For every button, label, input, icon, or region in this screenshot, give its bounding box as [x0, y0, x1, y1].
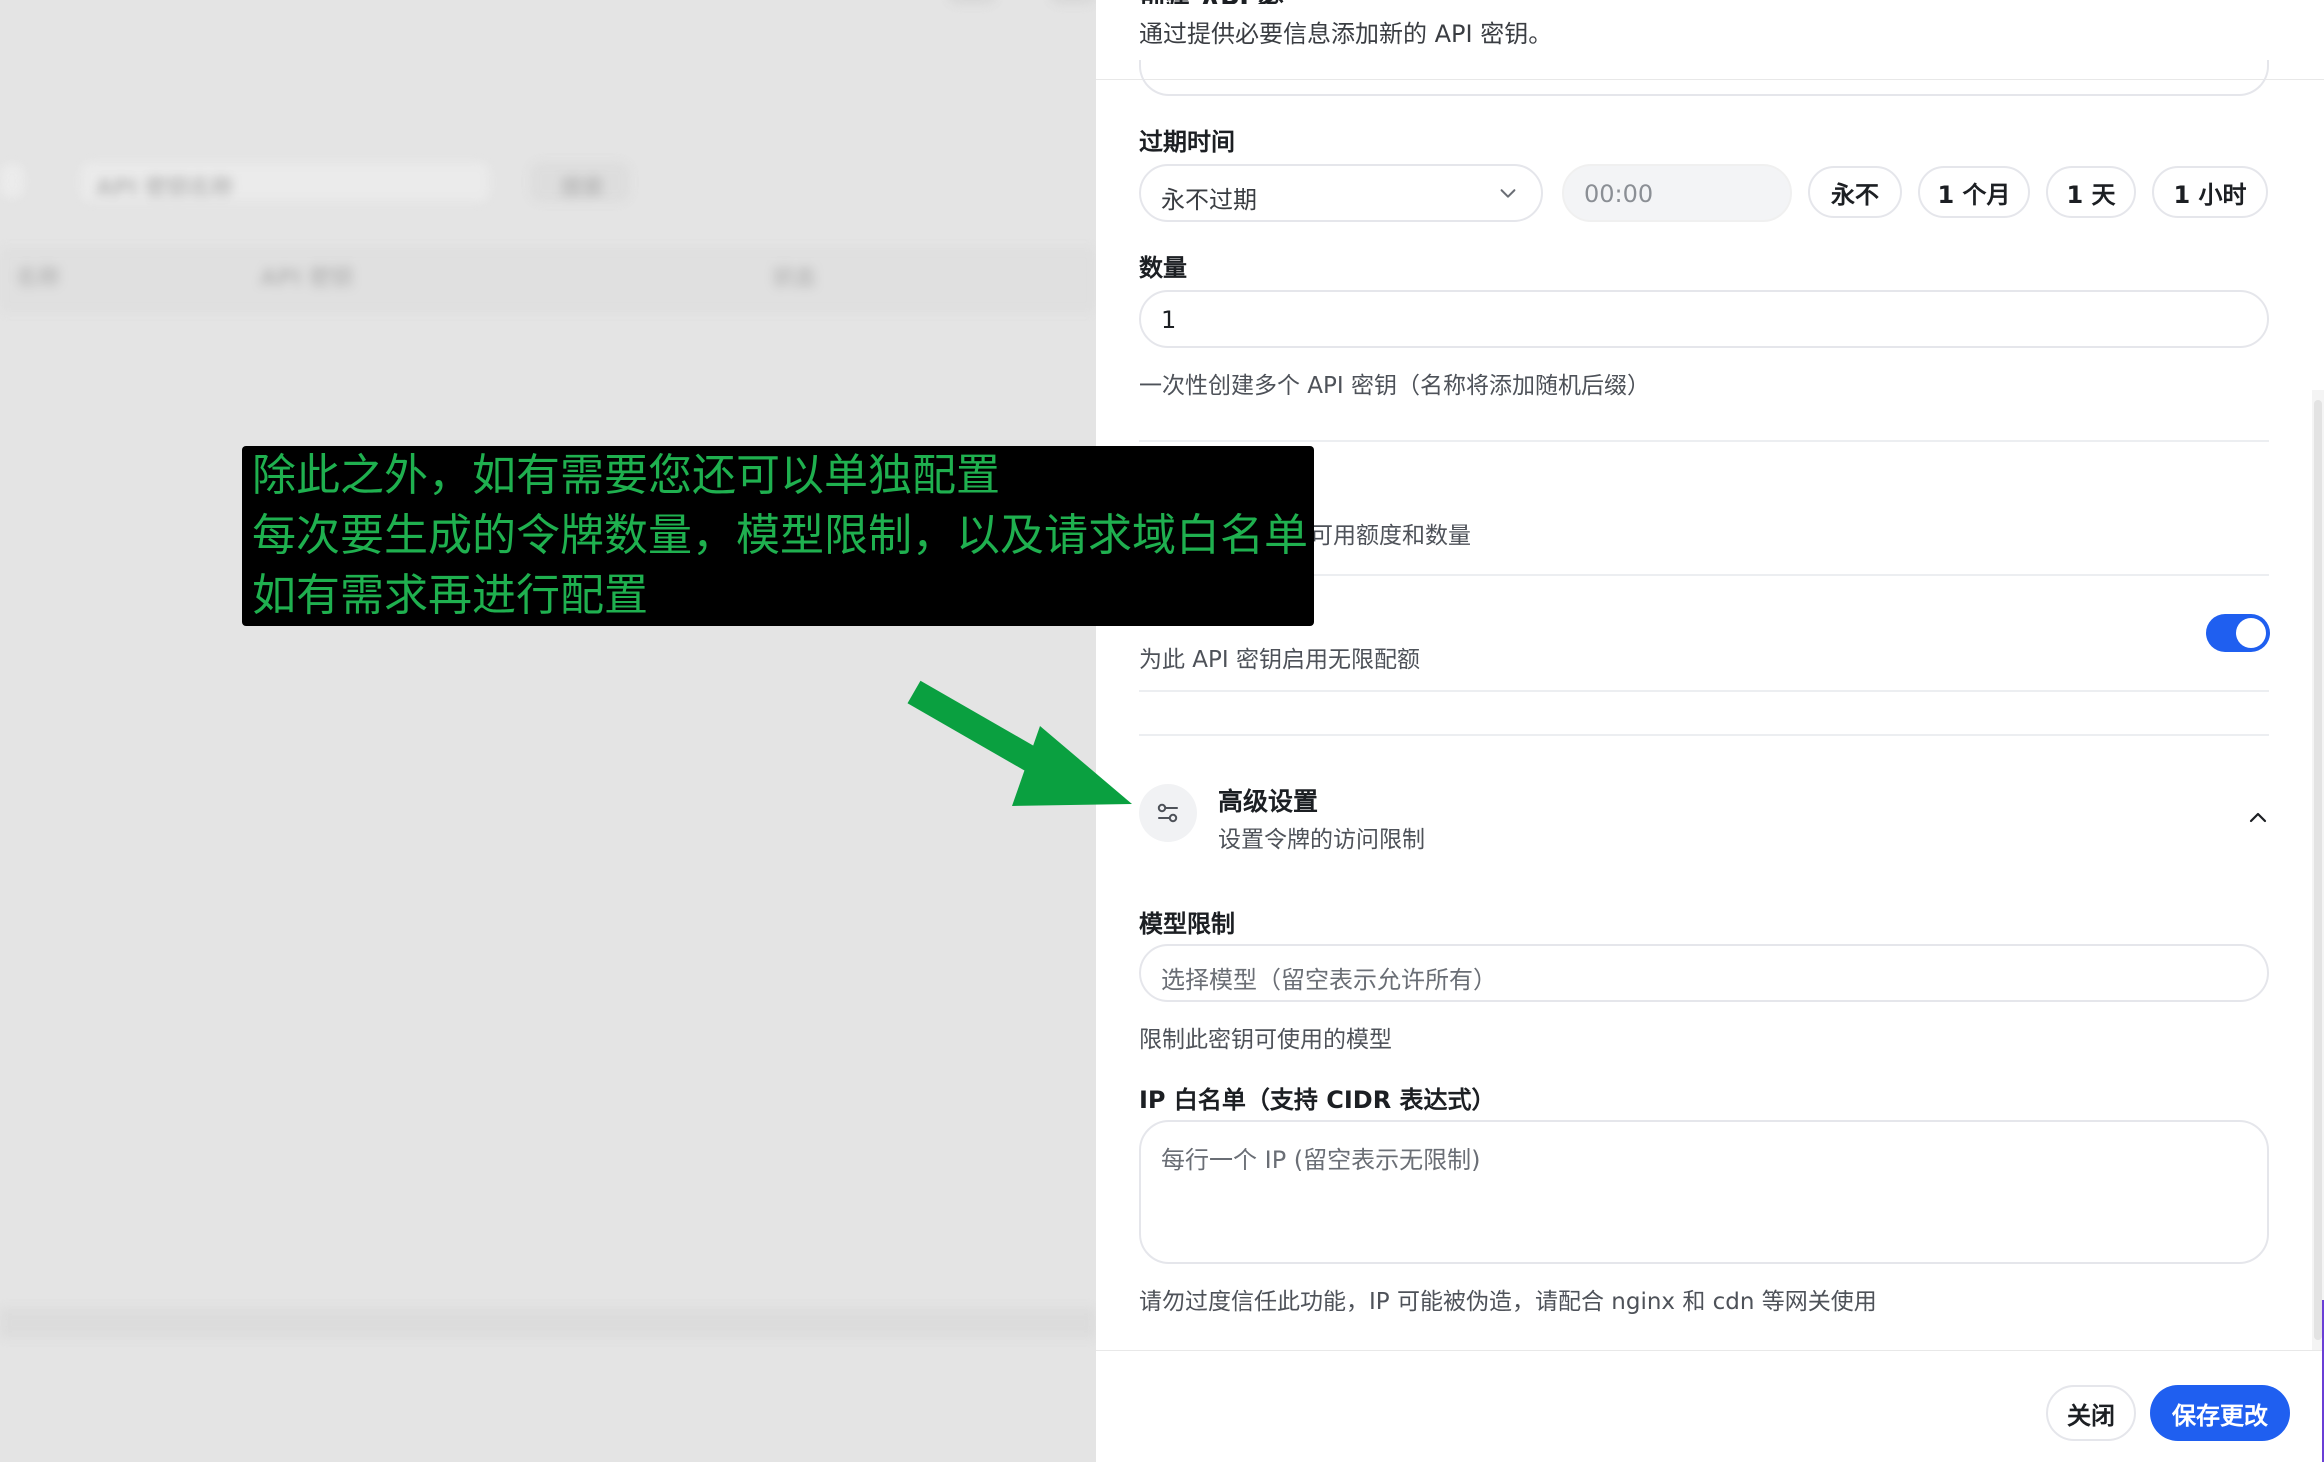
ip-whitelist-textarea[interactable]: 每行一个 IP (留空表示无限制) — [1139, 1120, 2269, 1264]
bg-edge — [0, 164, 24, 198]
advanced-settings-title: 高级设置 — [1218, 787, 1319, 816]
bg-col-name: 名称 — [16, 266, 61, 291]
quantity-help: 一次性创建多个 API 密钥（名称将添加随机后缀） — [1139, 373, 1651, 399]
bg-search-placeholder: API 密钥名称 — [96, 176, 233, 201]
quantity-input[interactable]: 1 — [1139, 290, 2269, 348]
scrolled-field-edge — [1139, 60, 2269, 96]
bg-col-status: 状态 — [772, 266, 817, 291]
ip-whitelist-help: 请勿过度信任此功能，IP 可能被伪造，请配合 nginx 和 cdn 等网关使用 — [1139, 1289, 1877, 1315]
chevron-up-icon[interactable] — [2246, 806, 2270, 830]
quantity-value: 1 — [1161, 306, 1177, 334]
annotation-callout: 除此之外，如有需要您还可以单独配置 每次要生成的令牌数量，模型限制，以及请求域白… — [242, 446, 1314, 626]
annotation-line: 如有需求再进行配置 — [252, 570, 648, 621]
bg-search-button-label: 搜索 — [560, 176, 605, 201]
bg-pagination-strip — [0, 1308, 1096, 1338]
unlimited-help: 为此 API 密钥启用无限配额 — [1139, 647, 1421, 673]
close-button[interactable]: 关闭 — [2046, 1385, 2136, 1441]
sidesheet-title-clipped: 创建 API 密钥 — [1139, 0, 1299, 4]
ip-whitelist-placeholder: 每行一个 IP (留空表示无限制) — [1161, 1146, 1481, 1174]
ip-whitelist-label: IP 白名单（支持 CIDR 表达式） — [1139, 1086, 1496, 1114]
annotation-line: 每次要生成的令牌数量，模型限制，以及请求域白名单 — [252, 510, 1308, 561]
section-divider — [1139, 690, 2269, 692]
bg-table-header — [0, 248, 1096, 312]
bg-col-key: API 密钥 — [260, 266, 353, 291]
bg-button — [1050, 0, 1096, 4]
unlimited-quota-toggle[interactable] — [2206, 614, 2270, 652]
quantity-label: 数量 — [1139, 254, 1187, 282]
sidesheet-footer: 关闭 保存更改 — [1096, 1350, 2324, 1462]
toggle-knob — [2236, 618, 2266, 648]
create-key-sidesheet: 创建 API 密钥 通过提供必要信息添加新的 API 密钥。 过期时间 永不过期… — [1096, 0, 2324, 1462]
sidesheet-subtitle: 通过提供必要信息添加新的 API 密钥。 — [1139, 20, 1553, 48]
quota-help-fragment: 可用额度和数量 — [1310, 523, 1471, 549]
expire-time-placeholder: 00:00 — [1584, 180, 1654, 208]
section-divider — [1139, 440, 2269, 442]
advanced-settings-subtitle: 设置令牌的访问限制 — [1218, 827, 1425, 853]
sliders-icon-svg — [1157, 803, 1178, 823]
annotation-arrow-icon — [907, 680, 1132, 806]
quick-expire-never-button[interactable]: 永不 — [1808, 166, 1902, 218]
quick-expire-1-month-button[interactable]: 1 个月 — [1918, 166, 2030, 218]
annotation-line: 除此之外，如有需要您还可以单独配置 — [252, 450, 1000, 501]
quick-expire-1-day-button[interactable]: 1 天 — [2046, 166, 2136, 218]
chevron-down-icon — [1500, 189, 1516, 198]
section-divider — [1139, 734, 2269, 736]
expire-label: 过期时间 — [1139, 128, 1235, 156]
bg-button — [948, 0, 996, 4]
quick-expire-1-hour-button[interactable]: 1 小时 — [2152, 166, 2268, 218]
expire-select[interactable]: 永不过期 — [1139, 164, 1543, 222]
model-limit-help: 限制此密钥可使用的模型 — [1139, 1027, 1392, 1053]
model-limit-label: 模型限制 — [1139, 910, 1235, 938]
model-limit-select[interactable]: 选择模型（留空表示允许所有） — [1139, 944, 2269, 1002]
save-changes-button[interactable]: 保存更改 — [2150, 1385, 2290, 1441]
expire-time-input[interactable]: 00:00 — [1562, 164, 1792, 222]
model-limit-placeholder: 选择模型（留空表示允许所有） — [1161, 966, 1497, 994]
scrollbar-thumb[interactable] — [2314, 400, 2322, 1340]
expire-select-value: 永不过期 — [1161, 186, 1257, 214]
